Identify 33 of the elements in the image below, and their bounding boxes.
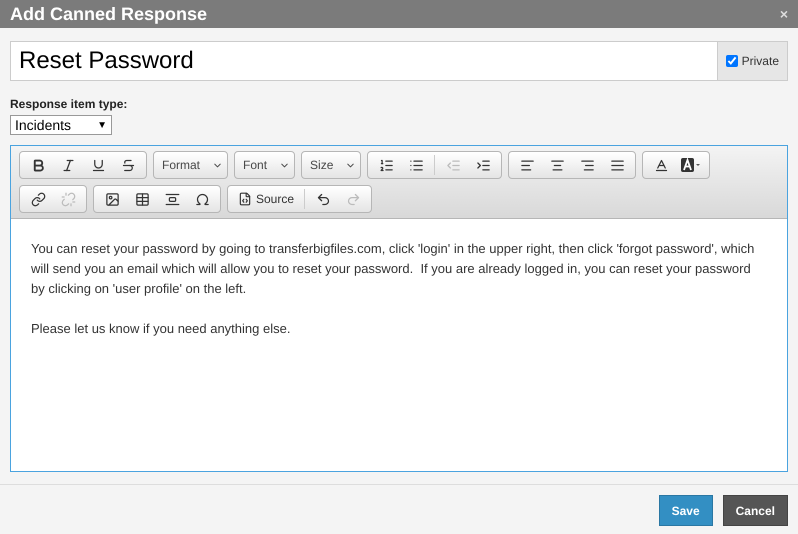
underline-icon [90, 158, 106, 172]
text-color-icon [654, 158, 669, 172]
indent-icon [476, 158, 491, 172]
horizontal-rule-icon [164, 192, 180, 206]
source-button[interactable]: Source [232, 187, 300, 211]
source-icon [238, 192, 252, 206]
strikethrough-icon [120, 158, 136, 172]
type-select[interactable]: Incidents ▼ [10, 115, 112, 135]
align-left-icon [520, 158, 535, 172]
cancel-button[interactable]: Cancel [722, 495, 788, 526]
align-center-icon [550, 158, 565, 172]
omega-icon [194, 192, 210, 206]
paragraph: You can reset your password by going to transferbigfiles.com, click 'login' in the upper right, then click 'forgot password', which will send you an email which will allow you to reset your password. If you are already logged in, you can reset your password by clicking on 'user profile' on the left. [31, 240, 756, 298]
unlink-icon [60, 192, 76, 206]
align-right-icon [580, 158, 595, 172]
window-title: Add Canned Response [10, 2, 208, 26]
toolbar-dropdown[interactable]: Font [234, 151, 296, 179]
image-icon [104, 192, 120, 206]
save-button[interactable]: Save [658, 495, 713, 526]
table-icon [134, 192, 150, 206]
background-color-icon [681, 158, 702, 172]
toolbar-dropdown[interactable]: Format [153, 151, 228, 179]
redo-icon [346, 192, 361, 206]
toolbar-dropdown[interactable]: Size [301, 151, 362, 179]
undo-icon [316, 192, 331, 206]
justify-icon [610, 158, 625, 172]
bullet-list-icon [408, 158, 424, 172]
link-icon [30, 192, 46, 206]
field-label: Response item type: [10, 96, 128, 113]
paragraph: Please let us know if you need anything else. [31, 320, 292, 338]
outdent-icon [446, 158, 461, 172]
numbered-list-icon [378, 158, 394, 172]
italic-icon [60, 158, 76, 172]
